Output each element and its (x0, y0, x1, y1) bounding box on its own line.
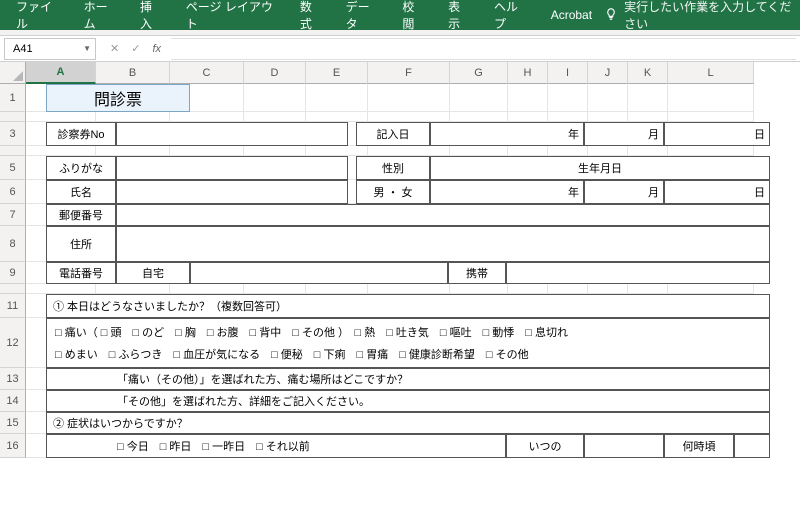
col-C[interactable]: C (170, 62, 244, 84)
birth-day[interactable]: 日 (664, 180, 770, 204)
col-F[interactable]: F (368, 62, 450, 84)
birth-year[interactable]: 年 (430, 180, 584, 204)
birth-month[interactable]: 月 (584, 180, 664, 204)
row-14[interactable]: 14 (0, 390, 26, 412)
label-tel: 電話番号 (46, 262, 116, 284)
input-ticket-no[interactable] (116, 122, 348, 146)
row-8[interactable]: 8 (0, 226, 26, 262)
input-day[interactable]: 日 (664, 122, 770, 146)
input-address[interactable] (116, 226, 770, 262)
label-mobile: 携帯 (448, 262, 506, 284)
q1-options[interactable]: □ 痛い（ □ 頭 □ のど □ 胸 □ お腹 □ 背中 □ その他 ） □ 熱… (46, 318, 770, 368)
formula-bar: A41 ▼ ✕ ✓ fx (0, 36, 800, 62)
col-G[interactable]: G (450, 62, 508, 84)
q2-when-input[interactable] (584, 434, 664, 458)
label-ticket-no: 診察券No (46, 122, 116, 146)
column-headers: A B C D E F G H I J K L (0, 62, 800, 84)
row-7[interactable]: 7 (0, 204, 26, 226)
col-B[interactable]: B (96, 62, 170, 84)
tab-insert[interactable]: 挿入 (128, 0, 174, 38)
label-birth: 生年月日 (430, 156, 770, 180)
lightbulb-icon (604, 7, 618, 24)
form-title: 問診票 (46, 84, 190, 112)
tell-me[interactable]: 実行したい作業を入力してください (604, 0, 796, 32)
col-J[interactable]: J (588, 62, 628, 84)
name-box-ref: A41 (13, 43, 33, 55)
input-postal[interactable] (116, 204, 770, 226)
q2-time-label: 何時頃 (664, 434, 734, 458)
input-furigana[interactable] (116, 156, 348, 180)
q2-time-input[interactable] (734, 434, 770, 458)
tell-me-text: 実行したい作業を入力してください (624, 0, 796, 32)
label-home: 自宅 (116, 262, 190, 284)
label-postal: 郵便番号 (46, 204, 116, 226)
q1-sub2: 「その他」を選ばれた方、詳細をご記入ください。 (46, 390, 770, 412)
q1-line1: □ 痛い（ □ 頭 □ のど □ 胸 □ お腹 □ 背中 □ その他 ） □ 熱… (55, 324, 568, 340)
tab-page-layout[interactable]: ページ レイアウト (174, 0, 288, 38)
col-E[interactable]: E (306, 62, 368, 84)
col-K[interactable]: K (628, 62, 668, 84)
input-month[interactable]: 月 (584, 122, 664, 146)
row-15[interactable]: 15 (0, 412, 26, 434)
formula-input[interactable] (171, 38, 796, 60)
sex-options[interactable]: 男 ・ 女 (356, 180, 430, 204)
col-A[interactable]: A (26, 62, 96, 84)
label-entry-date: 記入日 (356, 122, 430, 146)
row-3[interactable]: 3 (0, 122, 26, 146)
label-sex: 性別 (356, 156, 430, 180)
label-name: 氏名 (46, 180, 116, 204)
input-name[interactable] (116, 180, 348, 204)
row-6[interactable]: 6 (0, 180, 26, 204)
q1-sub1: 「痛い（その他）」を選ばれた方、痛む場所はどこですか？ (46, 368, 770, 390)
tab-acrobat[interactable]: Acrobat (539, 2, 604, 28)
row-1[interactable]: 1 (0, 84, 26, 112)
q2-prompt: ② 症状はいつからですか？ (46, 412, 770, 434)
row-16[interactable]: 16 (0, 434, 26, 458)
row-9[interactable]: 9 (0, 262, 26, 284)
name-box[interactable]: A41 ▼ (4, 38, 96, 60)
col-L[interactable]: L (668, 62, 754, 84)
fx-icon[interactable]: fx (152, 43, 161, 55)
label-furigana: ふりがな (46, 156, 116, 180)
select-all-corner[interactable] (0, 62, 26, 84)
col-D[interactable]: D (244, 62, 306, 84)
tab-data[interactable]: データ (334, 0, 391, 38)
cancel-icon: ✕ (110, 42, 119, 55)
input-tel-mobile[interactable] (506, 262, 770, 284)
col-I[interactable]: I (548, 62, 588, 84)
q1-line2: □ めまい □ ふらつき □ 血圧が気になる □ 便秘 □ 下痢 □ 胃痛 □ … (55, 346, 529, 362)
row-12[interactable]: 12 (0, 318, 26, 368)
tab-view[interactable]: 表示 (436, 0, 482, 38)
input-year[interactable]: 年 (430, 122, 584, 146)
cells-area[interactable]: 問診票 診察券No 記入日 年 月 日 ふりがな 性別 生年月日 氏名 男 ・ … (26, 84, 800, 458)
q2-when-label: いつの (506, 434, 584, 458)
row-13[interactable]: 13 (0, 368, 26, 390)
tab-review[interactable]: 校閲 (390, 0, 436, 38)
col-H[interactable]: H (508, 62, 548, 84)
label-address: 住所 (46, 226, 116, 262)
tab-file[interactable]: ファイル (4, 0, 72, 38)
row-headers: 1 3 5 6 7 8 9 11 12 13 14 15 16 (0, 84, 26, 458)
tab-formulas[interactable]: 数式 (288, 0, 334, 38)
spreadsheet: A B C D E F G H I J K L 1 3 5 6 7 8 9 11… (0, 62, 800, 458)
row-11[interactable]: 11 (0, 294, 26, 318)
q1-prompt: ① 本日はどうなさいましたか？（複数回答可） (46, 294, 770, 318)
ribbon: ファイル ホーム 挿入 ページ レイアウト 数式 データ 校閲 表示 ヘルプ A… (0, 0, 800, 30)
q2-options[interactable]: □ 今日 □ 昨日 □ 一昨日 □ それ以前 (46, 434, 506, 458)
row-5[interactable]: 5 (0, 156, 26, 180)
tab-help[interactable]: ヘルプ (482, 0, 539, 38)
input-tel-home[interactable] (190, 262, 448, 284)
enter-icon: ✓ (131, 42, 140, 55)
tab-home[interactable]: ホーム (72, 0, 128, 38)
chevron-down-icon[interactable]: ▼ (83, 44, 91, 53)
